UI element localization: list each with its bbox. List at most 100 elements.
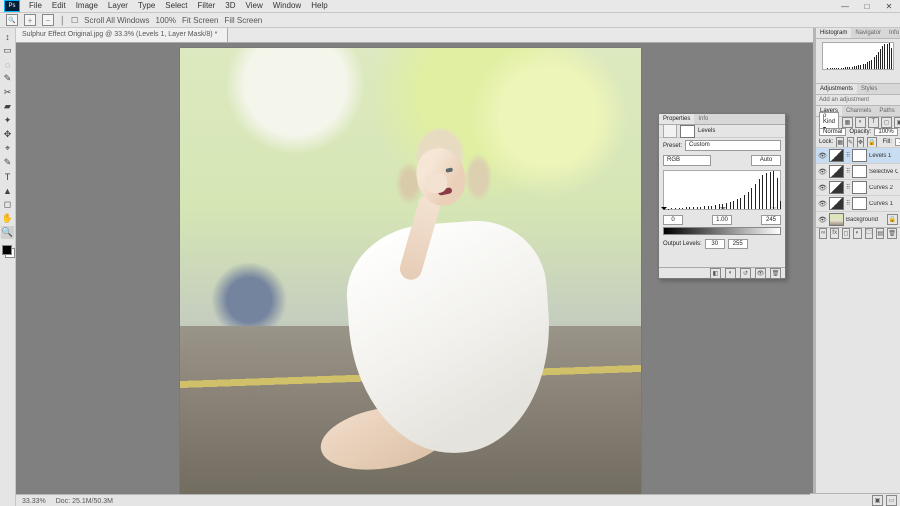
wand-tool-icon[interactable]: ✎ xyxy=(1,72,14,85)
stamp-tool-icon[interactable]: ⌖ xyxy=(1,142,14,155)
fill-field[interactable]: 100% xyxy=(895,138,900,146)
opacity-field[interactable]: 100% xyxy=(874,128,897,136)
path-tool-icon[interactable]: ▲ xyxy=(1,184,14,197)
layer-thumb[interactable] xyxy=(829,165,844,178)
foreground-swatch[interactable] xyxy=(2,245,12,255)
menu-image[interactable]: Image xyxy=(71,0,103,12)
channel-dropdown[interactable]: RGB xyxy=(663,155,711,166)
menu-edit[interactable]: Edit xyxy=(47,0,71,12)
menu-type[interactable]: Type xyxy=(133,0,160,12)
tab-adjustments[interactable]: Adjustments xyxy=(816,84,857,94)
layer-row[interactable]: 👁⠿Curves 2 xyxy=(816,179,900,195)
filter-shape-icon[interactable]: ◻ xyxy=(881,117,892,128)
layer-thumb[interactable] xyxy=(829,149,844,162)
opt-checkbox[interactable]: ☐ xyxy=(71,16,78,25)
output-black-input[interactable]: 30 xyxy=(705,239,725,249)
toggle-visibility-icon[interactable]: 👁 xyxy=(755,268,766,279)
auto-button[interactable]: Auto xyxy=(751,155,781,166)
zoom-tool-button[interactable]: 🔍 xyxy=(1,226,14,239)
filter-type-icon[interactable]: T xyxy=(868,117,879,128)
status-zoom[interactable]: 33.33% xyxy=(22,498,46,505)
mid-input[interactable]: 1.00 xyxy=(712,215,732,225)
lock-all-icon[interactable]: 🔒 xyxy=(867,137,876,148)
canvas[interactable] xyxy=(180,48,641,506)
tab-navigator[interactable]: Navigator xyxy=(851,28,885,38)
reset-icon[interactable]: ↺ xyxy=(740,268,751,279)
preset-dropdown[interactable]: Custom xyxy=(685,140,781,151)
menu-window[interactable]: Window xyxy=(268,0,306,12)
marquee-tool-icon[interactable]: ▭ xyxy=(1,44,14,57)
menu-view[interactable]: View xyxy=(241,0,268,12)
lock-transparent-icon[interactable]: ▦ xyxy=(836,137,844,148)
tab-paths[interactable]: Paths xyxy=(875,106,898,116)
levels-histogram[interactable] xyxy=(663,170,781,210)
black-input[interactable]: 0 xyxy=(663,215,683,225)
crop-tool-icon[interactable]: ✂ xyxy=(1,86,14,99)
opt-100-button[interactable]: 100% xyxy=(156,16,176,25)
layer-row[interactable]: 👁⠿Curves 1 xyxy=(816,195,900,211)
layer-row[interactable]: 👁⠿Levels 1 xyxy=(816,147,900,163)
blend-mode-dropdown[interactable]: Normal xyxy=(819,128,846,136)
mask-thumb[interactable] xyxy=(852,197,867,210)
lasso-tool-icon[interactable]: ◌ xyxy=(1,58,14,71)
tab-info-right[interactable]: Info xyxy=(885,28,900,38)
new-group-icon[interactable]: 🗀 xyxy=(865,228,873,239)
move-tool-icon[interactable]: ↕ xyxy=(1,30,14,43)
zoom-tool-icon[interactable]: 🔍 xyxy=(6,14,18,26)
menu-layer[interactable]: Layer xyxy=(103,0,133,12)
opt-fill-button[interactable]: Fill Screen xyxy=(224,16,262,25)
visibility-toggle-icon[interactable]: 👁 xyxy=(818,215,827,224)
layer-thumb[interactable] xyxy=(829,181,844,194)
layer-mask-icon[interactable] xyxy=(680,125,695,138)
mask-thumb[interactable] xyxy=(852,181,867,194)
menu-filter[interactable]: Filter xyxy=(193,0,221,12)
tab-properties[interactable]: Properties xyxy=(659,114,694,124)
zoom-out-icon[interactable]: － xyxy=(42,14,54,26)
visibility-toggle-icon[interactable]: 👁 xyxy=(818,199,827,208)
visibility-toggle-icon[interactable]: 👁 xyxy=(818,183,827,192)
menu-help[interactable]: Help xyxy=(306,0,332,12)
layer-row[interactable]: 👁⠿Selective Color 1 xyxy=(816,163,900,179)
toggle-panels-icon[interactable]: ▣ xyxy=(872,495,883,506)
visibility-toggle-icon[interactable]: 👁 xyxy=(818,151,827,160)
layer-thumb[interactable] xyxy=(829,197,844,210)
menu-file[interactable]: File xyxy=(24,0,47,12)
output-gradient[interactable] xyxy=(663,227,781,235)
hand-tool-icon[interactable]: ✋ xyxy=(1,212,14,225)
screen-mode-icon[interactable]: ▭ xyxy=(886,495,897,506)
menu-3d[interactable]: 3D xyxy=(220,0,240,12)
eyedropper-tool-icon[interactable]: ▰ xyxy=(1,100,14,113)
zoom-in-icon[interactable]: ＋ xyxy=(24,14,36,26)
filter-adjust-icon[interactable]: ◐ xyxy=(855,117,866,128)
filter-pixel-icon[interactable]: ▦ xyxy=(842,117,853,128)
mask-thumb[interactable] xyxy=(852,165,867,178)
layer-row[interactable]: 👁Background🔒 xyxy=(816,211,900,227)
white-input[interactable]: 245 xyxy=(761,215,781,225)
window-close-button[interactable]: ✕ xyxy=(878,1,900,11)
tab-histogram[interactable]: Histogram xyxy=(816,28,851,38)
layer-mask-add-icon[interactable]: ◻ xyxy=(842,228,850,239)
link-layers-icon[interactable]: ∞ xyxy=(819,228,827,239)
clip-to-layer-icon[interactable]: ◧ xyxy=(710,268,721,279)
lock-position-icon[interactable]: ✥ xyxy=(857,137,864,148)
black-point-slider[interactable] xyxy=(661,207,667,213)
pencil-tool-icon[interactable]: ✎ xyxy=(1,156,14,169)
window-maximize-button[interactable]: □ xyxy=(856,1,878,11)
lock-pixels-icon[interactable]: ✎ xyxy=(847,137,854,148)
opt-fit-button[interactable]: Fit Screen xyxy=(182,16,218,25)
window-minimize-button[interactable]: — xyxy=(834,1,856,11)
view-previous-icon[interactable]: ◐ xyxy=(725,268,736,279)
document-tab[interactable]: Sulphur Effect Original.jpg @ 33.3% (Lev… xyxy=(16,28,228,42)
brush-tool-icon[interactable]: ✥ xyxy=(1,128,14,141)
new-layer-icon[interactable]: ▤ xyxy=(876,228,884,239)
layer-thumb[interactable] xyxy=(829,213,844,226)
properties-panel[interactable]: Properties Info Levels Preset: Custom RG… xyxy=(658,113,786,279)
heal-tool-icon[interactable]: ✦ xyxy=(1,114,14,127)
tab-channels[interactable]: Channels xyxy=(842,106,875,116)
layer-style-icon[interactable]: fx xyxy=(830,228,838,239)
filter-smart-icon[interactable]: ▣ xyxy=(894,117,900,128)
new-adjustment-icon[interactable]: ◐ xyxy=(853,228,861,239)
menu-select[interactable]: Select xyxy=(160,0,192,12)
delete-adjustment-icon[interactable]: 🗑 xyxy=(770,268,781,279)
tab-styles[interactable]: Styles xyxy=(857,84,881,94)
